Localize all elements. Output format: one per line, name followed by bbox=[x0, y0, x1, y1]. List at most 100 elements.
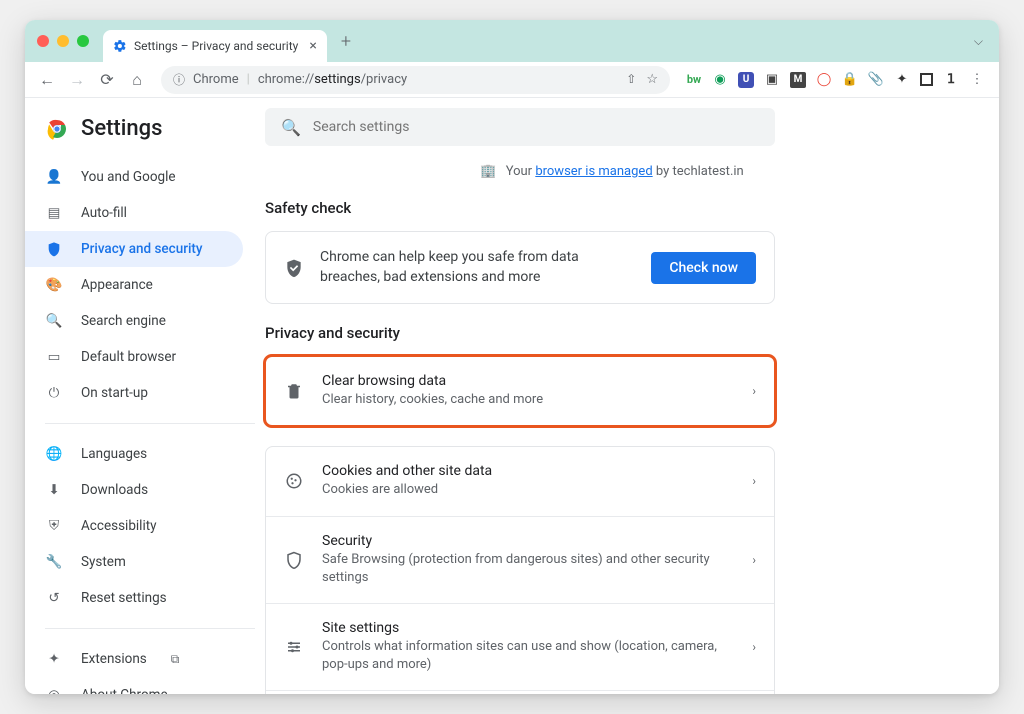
search-icon: 🔍 bbox=[45, 313, 63, 329]
tab-title: Settings – Privacy and security bbox=[134, 39, 298, 53]
sidebar-item-autofill[interactable]: ▤Auto-fill bbox=[25, 195, 243, 231]
sidebar-item-appearance[interactable]: 🎨Appearance bbox=[25, 267, 243, 303]
reload-button[interactable]: ⟳ bbox=[95, 68, 119, 92]
extension-icon[interactable]: 📎 bbox=[868, 72, 884, 88]
secure-icon: ⓘ bbox=[173, 71, 185, 88]
chevron-right-icon: › bbox=[752, 474, 756, 488]
autofill-icon: ▤ bbox=[45, 205, 63, 221]
browser-icon: ▭ bbox=[45, 349, 63, 365]
sidebar-item-downloads[interactable]: ⬇Downloads bbox=[25, 472, 243, 508]
chevron-down-icon[interactable]: ⌵ bbox=[974, 34, 983, 49]
sidebar-item-you-and-google[interactable]: 👤You and Google bbox=[25, 159, 243, 195]
sidebar-item-accessibility[interactable]: ⛨Accessibility bbox=[25, 508, 243, 544]
chevron-right-icon: › bbox=[752, 640, 756, 654]
row-site-settings[interactable]: Site settings Controls what information … bbox=[266, 603, 774, 690]
forward-button[interactable]: → bbox=[65, 68, 89, 92]
extension-icon[interactable]: ▣ bbox=[764, 72, 780, 88]
toolbar: ← → ⟳ ⌂ ⓘ Chrome | chrome://settings/pri… bbox=[25, 62, 999, 98]
wrench-icon: 🔧 bbox=[45, 554, 63, 570]
chevron-right-icon: › bbox=[752, 553, 756, 567]
share-icon[interactable]: ⇧ bbox=[626, 72, 636, 87]
privacy-card: Cookies and other site data Cookies are … bbox=[265, 446, 775, 694]
sidebar-item-search-engine[interactable]: 🔍Search engine bbox=[25, 303, 243, 339]
sliders-icon bbox=[284, 638, 304, 656]
maximize-window-button[interactable] bbox=[77, 35, 89, 47]
divider bbox=[45, 423, 255, 424]
sidebar-item-extensions[interactable]: ✦Extensions⧉ bbox=[25, 641, 243, 677]
sidebar: Settings 👤You and Google ▤Auto-fill Priv… bbox=[25, 98, 255, 694]
shield-icon bbox=[284, 551, 304, 569]
managed-link[interactable]: browser is managed bbox=[535, 164, 652, 179]
check-now-button[interactable]: Check now bbox=[651, 252, 756, 284]
puzzle-icon: ✦ bbox=[45, 651, 63, 667]
address-bar[interactable]: ⓘ Chrome | chrome://settings/privacy ⇧ ☆ bbox=[161, 66, 670, 94]
globe-icon: 🌐 bbox=[45, 446, 63, 462]
person-icon: 👤 bbox=[45, 169, 63, 185]
search-settings[interactable]: 🔍 bbox=[265, 108, 775, 146]
managed-notice: 🏢 Your browser is managed by techlatest.… bbox=[265, 164, 959, 179]
extensions-button[interactable]: ✦ bbox=[894, 72, 910, 88]
sidebar-item-system[interactable]: 🔧System bbox=[25, 544, 243, 580]
extension-icon[interactable]: ◯ bbox=[816, 72, 832, 88]
new-tab-button[interactable]: + bbox=[341, 31, 351, 52]
extension-icon[interactable]: bw bbox=[686, 72, 702, 88]
minimize-window-button[interactable] bbox=[57, 35, 69, 47]
menu-button[interactable]: ⋮ bbox=[969, 72, 985, 88]
chrome-logo-icon bbox=[45, 117, 69, 141]
chevron-right-icon: › bbox=[752, 384, 756, 398]
row-subtitle: Controls what information sites can use … bbox=[322, 638, 734, 674]
main-content: 🔍 🏢 Your browser is managed by techlates… bbox=[255, 98, 999, 694]
palette-icon: 🎨 bbox=[45, 277, 63, 293]
extension-icon[interactable] bbox=[920, 73, 933, 86]
extension-icon[interactable]: 𝟣 bbox=[943, 72, 959, 88]
search-input[interactable] bbox=[313, 119, 759, 135]
sidebar-item-privacy-security[interactable]: Privacy and security bbox=[25, 231, 243, 267]
row-security[interactable]: Security Safe Browsing (protection from … bbox=[266, 516, 774, 603]
section-title-privacy: Privacy and security bbox=[265, 324, 959, 342]
row-title: Site settings bbox=[322, 620, 734, 636]
clear-browsing-data-card: Clear browsing data Clear history, cooki… bbox=[265, 356, 775, 426]
row-cookies[interactable]: Cookies and other site data Cookies are … bbox=[266, 447, 774, 515]
extension-icon[interactable]: ◉ bbox=[712, 72, 728, 88]
cookie-icon bbox=[284, 472, 304, 490]
row-privacy-sandbox[interactable]: Privacy Sandbox Trial features are off ⧉ bbox=[266, 690, 774, 694]
url-scheme: Chrome bbox=[193, 72, 239, 87]
extension-icon[interactable]: U bbox=[738, 72, 754, 88]
row-subtitle: Safe Browsing (protection from dangerous… bbox=[322, 551, 734, 587]
extension-icon[interactable]: M bbox=[790, 72, 806, 88]
header: Settings bbox=[25, 108, 255, 155]
title-bar: Settings – Privacy and security × + ⌵ bbox=[25, 20, 999, 62]
sidebar-item-reset[interactable]: ↺Reset settings bbox=[25, 580, 243, 616]
accessibility-icon: ⛨ bbox=[45, 518, 63, 534]
sidebar-item-about[interactable]: ◎About Chrome bbox=[25, 677, 243, 694]
sidebar-item-languages[interactable]: 🌐Languages bbox=[25, 436, 243, 472]
divider bbox=[45, 628, 255, 629]
trash-icon bbox=[284, 382, 304, 400]
browser-window: Settings – Privacy and security × + ⌵ ← … bbox=[25, 20, 999, 694]
home-button[interactable]: ⌂ bbox=[125, 68, 149, 92]
browser-tab[interactable]: Settings – Privacy and security × bbox=[103, 30, 327, 62]
external-link-icon: ⧉ bbox=[171, 652, 180, 667]
download-icon: ⬇ bbox=[45, 482, 63, 498]
search-icon: 🔍 bbox=[281, 118, 301, 137]
shield-icon bbox=[45, 241, 63, 257]
shield-check-icon bbox=[284, 258, 304, 278]
section-title-safety: Safety check bbox=[265, 199, 959, 217]
url-path: chrome://settings/privacy bbox=[258, 72, 407, 87]
bookmark-icon[interactable]: ☆ bbox=[646, 72, 658, 87]
chrome-icon: ◎ bbox=[45, 687, 63, 694]
gear-icon bbox=[113, 39, 127, 53]
row-title: Security bbox=[322, 533, 734, 549]
extension-icon[interactable]: 🔒 bbox=[842, 72, 858, 88]
sidebar-item-default-browser[interactable]: ▭Default browser bbox=[25, 339, 243, 375]
back-button[interactable]: ← bbox=[35, 68, 59, 92]
content-area: Settings 👤You and Google ▤Auto-fill Priv… bbox=[25, 98, 999, 694]
building-icon: 🏢 bbox=[480, 164, 496, 179]
reset-icon: ↺ bbox=[45, 590, 63, 606]
row-title: Clear browsing data bbox=[322, 373, 734, 389]
row-clear-browsing-data[interactable]: Clear browsing data Clear history, cooki… bbox=[266, 357, 774, 425]
sidebar-item-on-startup[interactable]: ⏻On start-up bbox=[25, 375, 243, 411]
close-window-button[interactable] bbox=[37, 35, 49, 47]
close-tab-icon[interactable]: × bbox=[309, 38, 316, 54]
extension-icons: bw ◉ U ▣ M ◯ 🔒 📎 ✦ 𝟣 ⋮ bbox=[682, 72, 989, 88]
